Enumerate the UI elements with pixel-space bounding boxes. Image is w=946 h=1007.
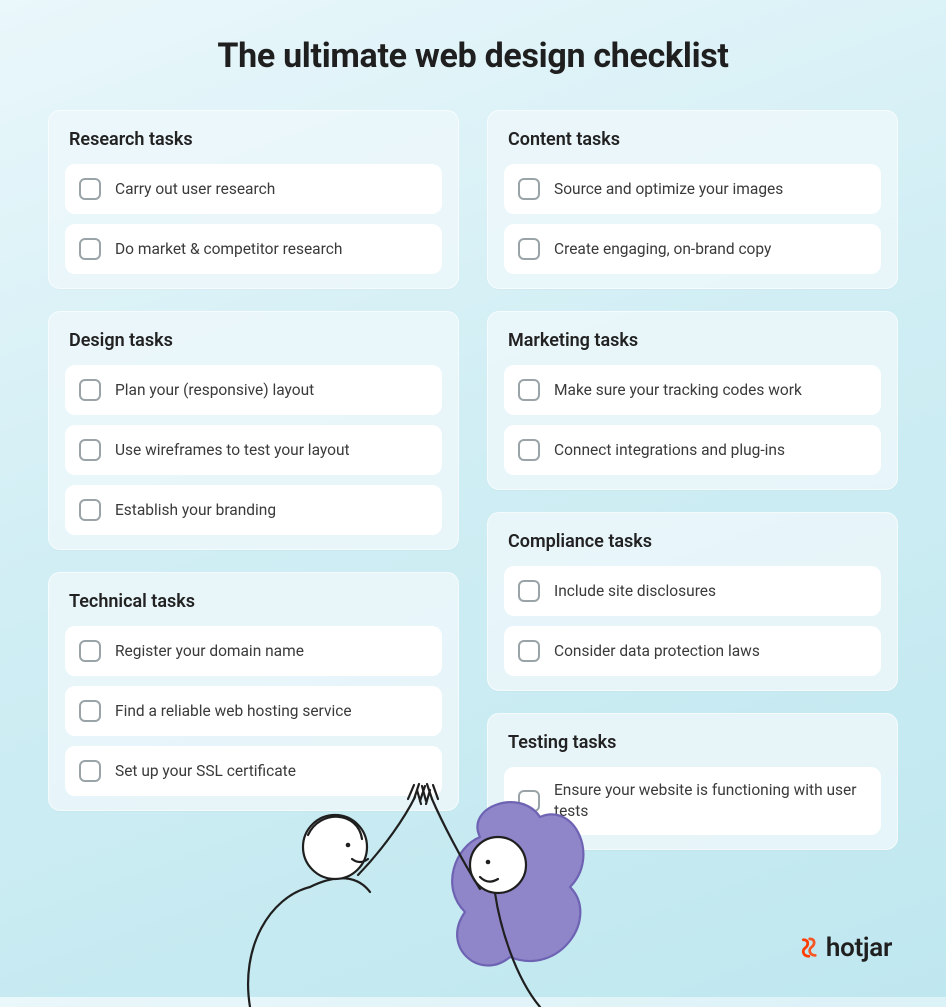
checklist-item[interactable]: Consider data protection laws [504,626,881,676]
checkbox-icon[interactable] [79,238,101,260]
card-title: Research tasks [69,129,438,150]
checkbox-icon[interactable] [518,379,540,401]
item-label: Create engaging, on-brand copy [554,239,771,260]
page-title: The ultimate web design checklist [48,36,898,76]
checklist-item[interactable]: Carry out user research [65,164,442,214]
card-title: Technical tasks [69,591,438,612]
card-title: Marketing tasks [508,330,877,351]
brand-name: hotjar [826,933,892,963]
checkbox-icon[interactable] [518,238,540,260]
checkbox-icon[interactable] [518,178,540,200]
item-label: Register your domain name [115,641,304,662]
checklist-item[interactable]: Find a reliable web hosting service [65,686,442,736]
checkbox-icon[interactable] [518,439,540,461]
card-title: Content tasks [508,129,877,150]
checkbox-icon[interactable] [518,580,540,602]
left-column: Research tasks Carry out user research D… [48,110,459,811]
brand: hotjar [796,933,892,963]
item-label: Plan your (responsive) layout [115,380,314,401]
card-title: Compliance tasks [508,531,877,552]
item-label: Consider data protection laws [554,641,760,662]
checklist-item[interactable]: Connect integrations and plug-ins [504,425,881,475]
checklist-item[interactable]: Register your domain name [65,626,442,676]
checkbox-icon[interactable] [79,439,101,461]
checkbox-icon[interactable] [79,178,101,200]
checklist-item[interactable]: Ensure your website is functioning with … [504,767,881,835]
checkbox-icon[interactable] [79,379,101,401]
checklist-item[interactable]: Create engaging, on-brand copy [504,224,881,274]
card-testing: Testing tasks Ensure your website is fun… [487,713,898,850]
item-label: Do market & competitor research [115,239,342,260]
card-design: Design tasks Plan your (responsive) layo… [48,311,459,550]
item-label: Connect integrations and plug-ins [554,440,785,461]
page: The ultimate web design checklist Resear… [0,0,946,850]
checklist-item[interactable]: Use wireframes to test your layout [65,425,442,475]
checkbox-icon[interactable] [79,640,101,662]
item-label: Find a reliable web hosting service [115,701,352,722]
checklist-item[interactable]: Establish your branding [65,485,442,535]
checklist-item[interactable]: Include site disclosures [504,566,881,616]
checklist-item[interactable]: Source and optimize your images [504,164,881,214]
item-label: Carry out user research [115,179,275,200]
card-compliance: Compliance tasks Include site disclosure… [487,512,898,691]
card-content: Content tasks Source and optimize your i… [487,110,898,289]
item-label: Source and optimize your images [554,179,783,200]
card-marketing: Marketing tasks Make sure your tracking … [487,311,898,490]
checklist-item[interactable]: Do market & competitor research [65,224,442,274]
checkbox-icon[interactable] [518,640,540,662]
card-title: Testing tasks [508,732,877,753]
item-label: Make sure your tracking codes work [554,380,802,401]
hotjar-logo-icon [796,937,818,959]
checkbox-icon[interactable] [518,790,540,812]
right-column: Content tasks Source and optimize your i… [487,110,898,850]
checkbox-icon[interactable] [79,760,101,782]
card-title: Design tasks [69,330,438,351]
item-label: Include site disclosures [554,581,716,602]
columns: Research tasks Carry out user research D… [48,110,898,850]
checklist-item[interactable]: Make sure your tracking codes work [504,365,881,415]
checklist-item[interactable]: Plan your (responsive) layout [65,365,442,415]
card-technical: Technical tasks Register your domain nam… [48,572,459,811]
item-label: Use wireframes to test your layout [115,440,350,461]
checkbox-icon[interactable] [79,700,101,722]
item-label: Set up your SSL certificate [115,761,296,782]
card-research: Research tasks Carry out user research D… [48,110,459,289]
checkbox-icon[interactable] [79,499,101,521]
item-label: Establish your branding [115,500,276,521]
item-label: Ensure your website is functioning with … [554,780,867,822]
checklist-item[interactable]: Set up your SSL certificate [65,746,442,796]
